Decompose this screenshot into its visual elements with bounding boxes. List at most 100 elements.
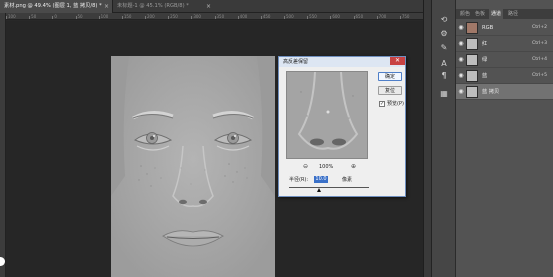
radius-unit: 像素 bbox=[342, 177, 353, 183]
channel-name: RGB bbox=[482, 25, 494, 31]
preview-nose-image bbox=[287, 72, 367, 158]
panel-collapse-strip[interactable] bbox=[423, 0, 431, 277]
ruler-tick-label: 400 bbox=[239, 14, 248, 19]
panel-tab-1[interactable]: 色板 bbox=[473, 9, 487, 19]
ruler-tick-label: 0 bbox=[54, 14, 57, 19]
panel-tab-3[interactable]: 路径 bbox=[506, 9, 520, 19]
zoom-in-icon[interactable]: ⊕ bbox=[351, 163, 356, 171]
ruler-tick-label: 450 bbox=[262, 14, 271, 19]
ruler-tick-mark bbox=[353, 16, 355, 19]
channel-thumbnail bbox=[466, 38, 478, 50]
channel-name: 蓝 拷贝 bbox=[482, 89, 500, 95]
channel-row[interactable]: ◉ 蓝 Ctrl+5 bbox=[456, 68, 553, 84]
channel-shortcut: Ctrl+2 bbox=[532, 25, 547, 30]
channel-row[interactable]: ◉ 红 Ctrl+3 bbox=[456, 36, 553, 52]
channel-thumbnail bbox=[466, 54, 478, 66]
ruler-tick-mark bbox=[168, 16, 170, 19]
checkmark-icon: ✓ bbox=[380, 101, 385, 107]
eye-icon[interactable]: ◉ bbox=[457, 40, 465, 48]
brush-settings-icon[interactable]: ✎ bbox=[437, 42, 451, 54]
ruler-tick-mark bbox=[145, 16, 146, 19]
panel-icon-column: ⟲ ⚙ ✎ A ¶ ▦ bbox=[431, 0, 455, 277]
ruler-tick-label: 600 bbox=[332, 14, 340, 19]
ok-button[interactable]: 确定 bbox=[378, 72, 402, 81]
dialog-title: 高反差保留 bbox=[283, 59, 309, 65]
reset-button[interactable]: 复位 bbox=[378, 86, 402, 95]
paragraph-icon[interactable]: ¶ bbox=[437, 70, 451, 82]
channel-row[interactable]: ◉ 绿 Ctrl+4 bbox=[456, 52, 553, 68]
channel-row[interactable]: ◉ RGB Ctrl+2 bbox=[456, 20, 553, 36]
ruler-tick-label: 750 bbox=[401, 14, 410, 19]
document-image[interactable] bbox=[111, 56, 275, 277]
ruler-tick-label: 650 bbox=[355, 14, 364, 19]
eye-icon[interactable]: ◉ bbox=[457, 56, 465, 64]
ruler-tick-label: 550 bbox=[309, 14, 317, 19]
eye-icon[interactable]: ◉ bbox=[457, 24, 465, 32]
ruler-tick-mark bbox=[191, 16, 193, 19]
filter-preview[interactable] bbox=[286, 71, 368, 159]
photoshop-window: 素材.png @ 49.4% (图层 1, 蓝 拷贝/8) * × 未标题-1 … bbox=[0, 0, 553, 277]
channel-shortcut: Ctrl+4 bbox=[532, 57, 547, 62]
ruler-tick-label: 700 bbox=[378, 14, 387, 19]
ruler-tick-mark bbox=[75, 16, 77, 19]
ruler-tick-label: 50 bbox=[77, 14, 83, 19]
ruler-tick-mark bbox=[260, 16, 262, 19]
ruler-tick-mark bbox=[307, 16, 309, 19]
panel-tab-2[interactable]: 通道 bbox=[489, 9, 504, 19]
document-tab-active-label: 素材.png @ 49.4% (图层 1, 蓝 拷贝/8) * bbox=[4, 3, 102, 9]
ruler-tick-mark bbox=[98, 16, 100, 19]
ruler-tick-label: 100 bbox=[100, 14, 109, 19]
radius-label: 半径(R): bbox=[289, 177, 309, 183]
history-icon[interactable]: ⟲ bbox=[437, 14, 451, 26]
character-icon[interactable]: A bbox=[437, 58, 451, 70]
ruler-tick-mark bbox=[330, 16, 332, 19]
channel-shortcut: Ctrl+5 bbox=[532, 73, 547, 78]
ruler-tick-mark bbox=[52, 16, 54, 19]
radius-slider-track[interactable] bbox=[289, 187, 369, 188]
ruler-tick-mark bbox=[237, 16, 239, 19]
ruler-tick-mark bbox=[29, 16, 31, 19]
document-tab-active[interactable]: 素材.png @ 49.4% (图层 1, 蓝 拷贝/8) * × bbox=[0, 0, 112, 13]
document-tab-inactive[interactable]: 未标题-1 @ 45.1% (RGB/8) * × bbox=[112, 0, 214, 13]
ruler-tick-label: 100 bbox=[8, 14, 16, 19]
eye-icon[interactable]: ◉ bbox=[457, 88, 465, 96]
ruler-tick-label: 500 bbox=[286, 14, 294, 19]
ruler-tick-label: 50 bbox=[31, 14, 37, 19]
ruler-tick-mark bbox=[284, 16, 285, 19]
dialog-titlebar[interactable]: 高反差保留 bbox=[279, 57, 405, 67]
ruler-tick-label: 150 bbox=[123, 14, 132, 19]
ruler-tick-mark bbox=[376, 16, 378, 19]
channel-name: 蓝 bbox=[482, 73, 488, 79]
channels-panel: 颜色 色板 通道 路径 ◉ RGB Ctrl+2 ◉ 红 Ctrl+3 ◉ 绿 Ctrl+4 ◉ 蓝 Ctr… bbox=[455, 0, 553, 277]
ruler-tick-mark bbox=[121, 16, 123, 19]
preview-checkbox-label: 预览(P) bbox=[387, 101, 404, 107]
panel-tab-0[interactable]: 颜色 bbox=[458, 9, 472, 19]
channel-thumbnail bbox=[466, 86, 478, 98]
ruler-tick-mark bbox=[6, 16, 7, 19]
channel-thumbnail bbox=[466, 70, 478, 82]
high-pass-face-image bbox=[111, 56, 275, 277]
channel-row[interactable]: ◉ 蓝 拷贝 bbox=[456, 84, 553, 100]
ruler-tick-label: 200 bbox=[147, 14, 155, 19]
channel-thumbnail bbox=[466, 22, 478, 34]
channel-name: 红 bbox=[482, 41, 488, 47]
ruler-tick-label: 250 bbox=[170, 14, 178, 19]
close-icon[interactable]: × bbox=[206, 0, 211, 13]
eye-icon[interactable]: ◉ bbox=[457, 72, 465, 80]
radius-input[interactable]: 10.0 bbox=[314, 176, 328, 183]
channel-name: 绿 bbox=[482, 57, 488, 63]
high-pass-dialog: 高反差保留 ✕ 确定 复位 ✓ 预览(P) ⊖ 100% ⊕ 半径(R): 10… bbox=[278, 56, 406, 197]
close-icon[interactable]: × bbox=[104, 0, 109, 13]
layers-icon[interactable]: ▦ bbox=[437, 88, 451, 100]
properties-icon[interactable]: ⚙ bbox=[437, 28, 451, 40]
channel-shortcut: Ctrl+3 bbox=[532, 41, 547, 46]
close-icon[interactable]: ✕ bbox=[390, 57, 405, 65]
panel-tab-bar: 颜色 色板 通道 路径 bbox=[456, 9, 553, 19]
preview-checkbox[interactable]: ✓ bbox=[379, 101, 385, 107]
ruler-tick-label: 300 bbox=[193, 14, 201, 19]
horizontal-ruler[interactable]: 100 50 0 50 100 150 200 250 300 350 400 450 500 550 60… bbox=[6, 13, 423, 20]
document-tab-inactive-label: 未标题-1 @ 45.1% (RGB/8) * bbox=[117, 3, 189, 9]
radius-slider-thumb[interactable] bbox=[317, 188, 322, 192]
zoom-out-icon[interactable]: ⊖ bbox=[303, 163, 308, 171]
zoom-level: 100% bbox=[319, 164, 334, 170]
